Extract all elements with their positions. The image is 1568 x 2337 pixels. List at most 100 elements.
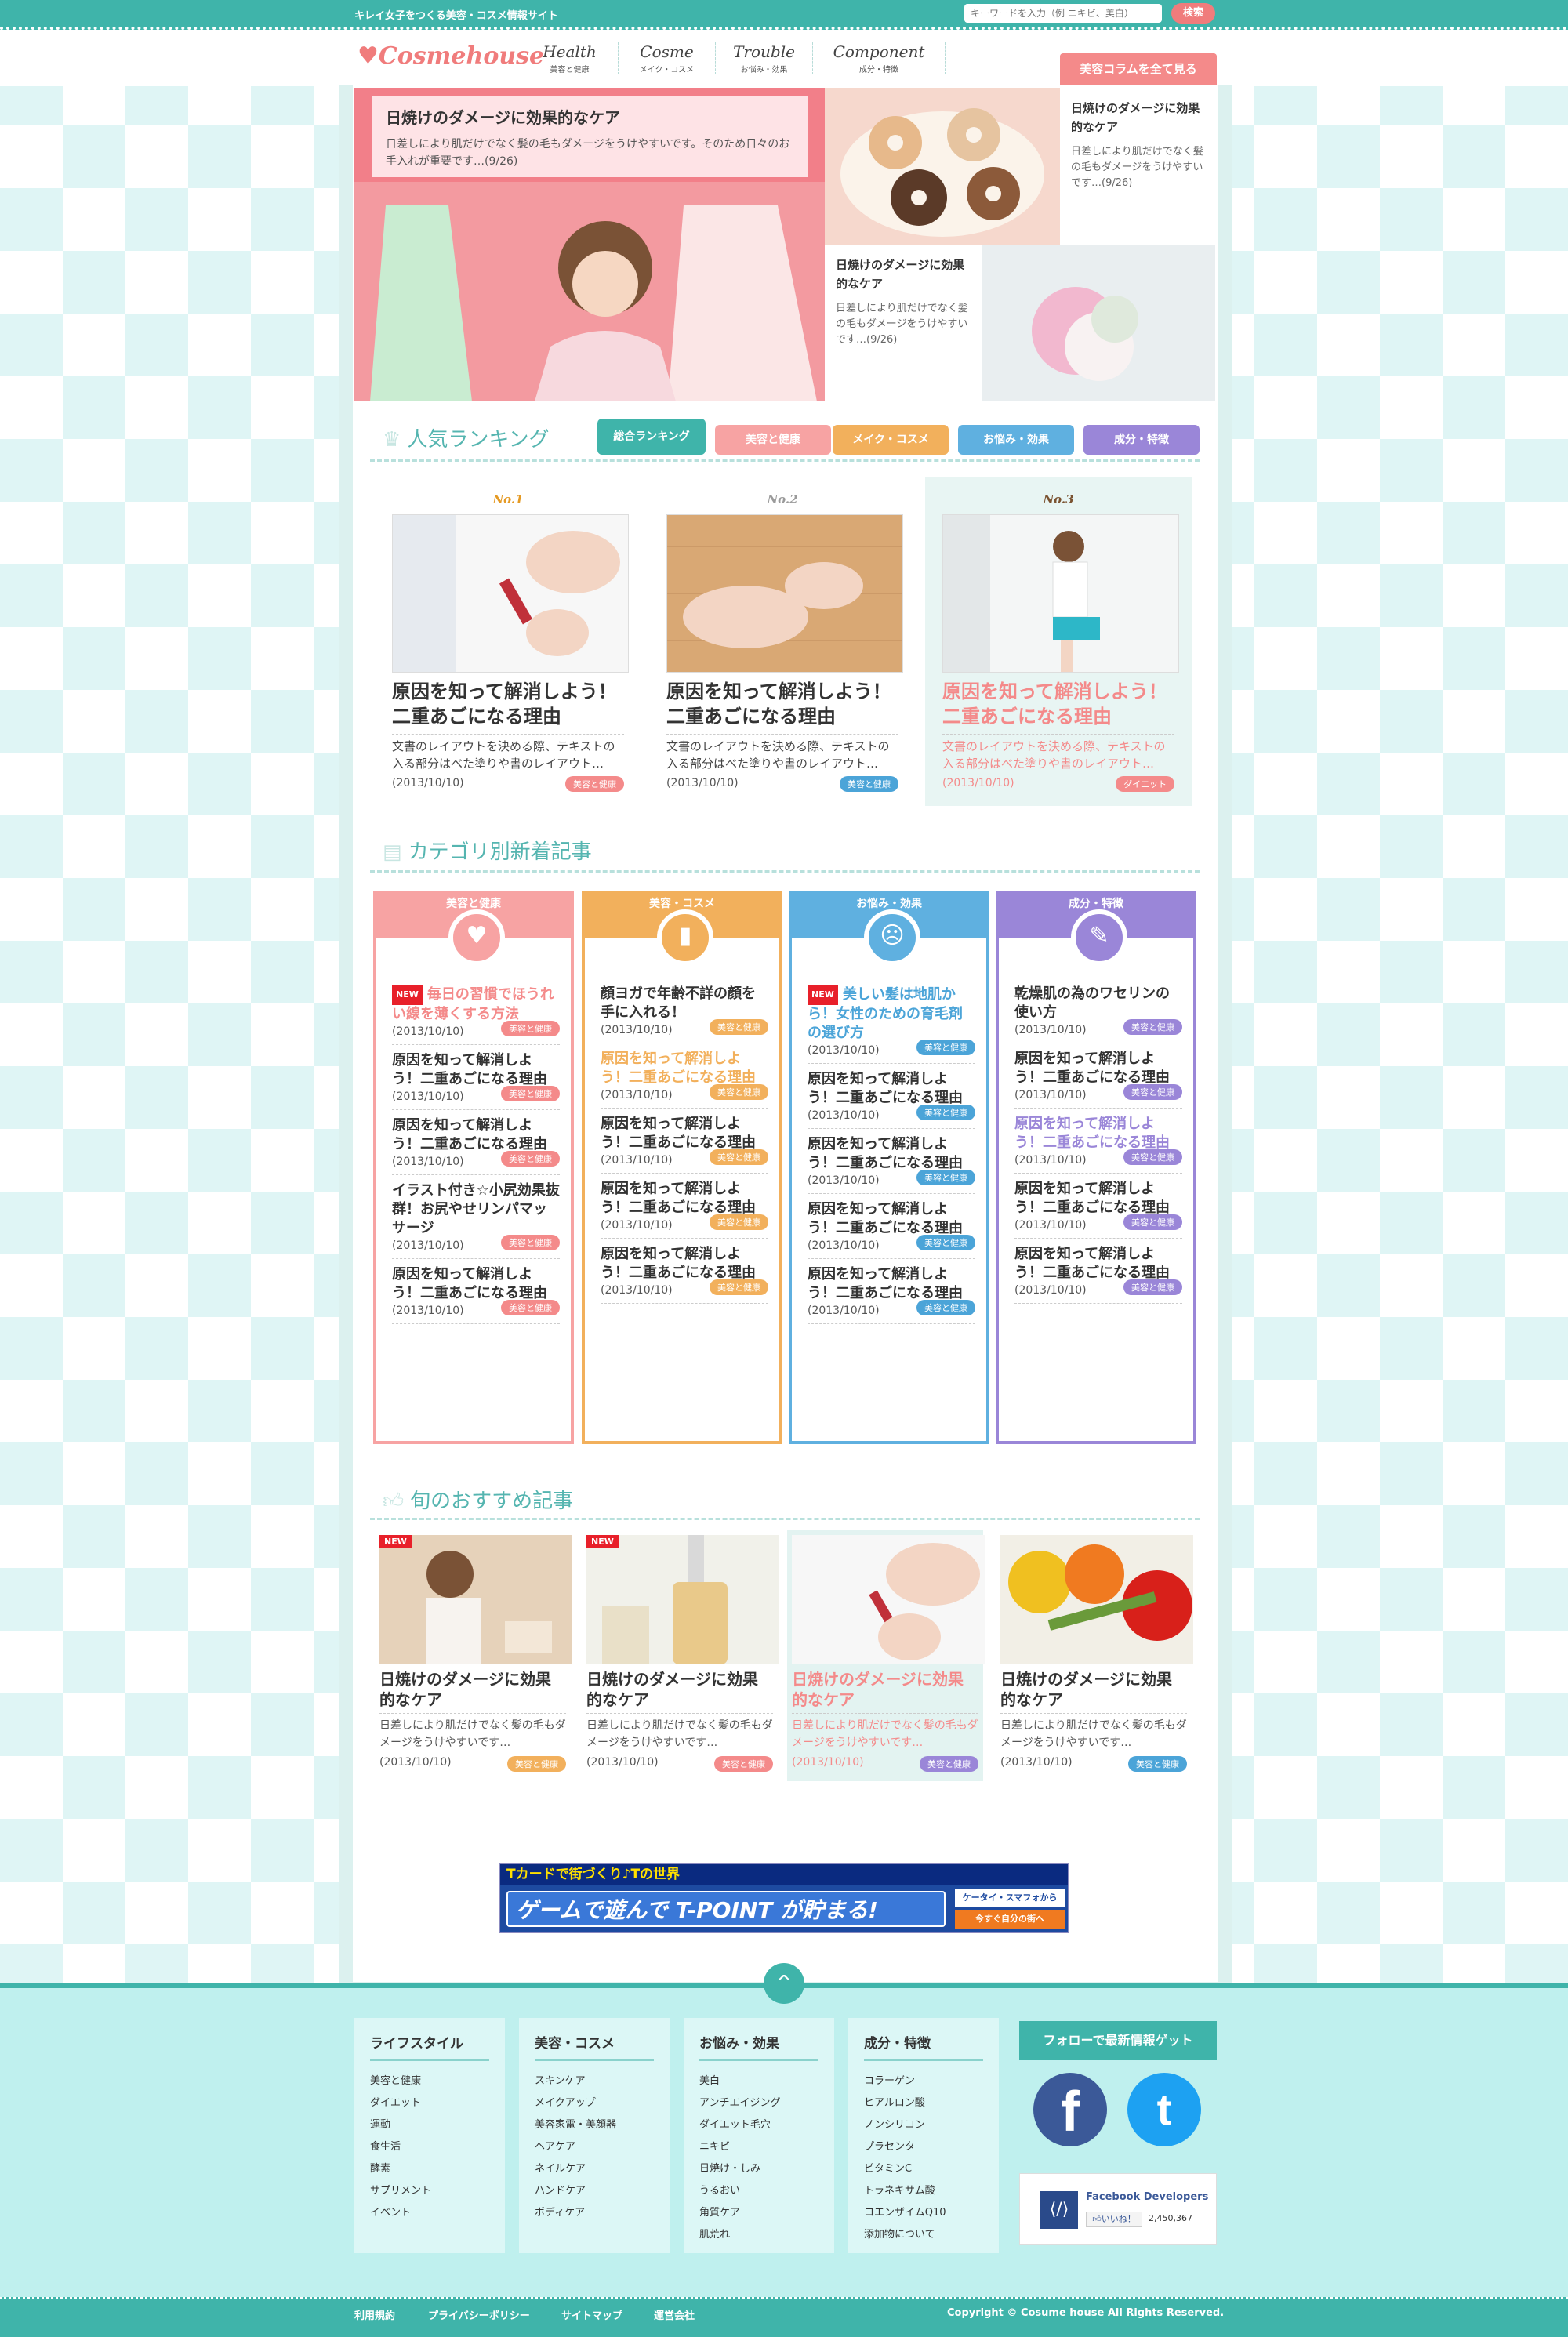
donut-image[interactable]	[825, 88, 1060, 245]
footer-link[interactable]: 酵素	[370, 2158, 489, 2180]
article-tag[interactable]: 美容と健康	[710, 1019, 768, 1035]
rank-card-3[interactable]: No.3 原因を知って解消しよう！二重あごになる理由 文書のレイアウトを決める際…	[925, 477, 1192, 806]
recommend-card-2[interactable]: NEW 日焼けのダメージに効果的なケア 日差しにより肌だけでなく髪の毛もダメージ…	[582, 1530, 779, 1781]
nav-health[interactable]: Health 美容と健康	[521, 42, 618, 74]
rank-card-2[interactable]: No.2 原因を知って解消しよう！二重あごになる理由 文書のレイアウトを決める際…	[649, 477, 916, 806]
tab-overall[interactable]: 総合ランキング	[597, 419, 706, 455]
article-tag[interactable]: 美容と健康	[501, 1151, 560, 1167]
recommend-tag[interactable]: 美容と健康	[507, 1756, 566, 1772]
footer-link[interactable]: うるおい	[699, 2180, 818, 2202]
category-article[interactable]: 乾燥肌の為のワセリンの使い方 (2013/10/10) 美容と健康	[1014, 978, 1182, 1043]
nav-trouble[interactable]: Trouble お悩み・効果	[715, 42, 812, 74]
rank-card-1[interactable]: No.1 原因を知って解消しよう！二重あごになる理由 文書のレイアウトを決める際…	[375, 477, 641, 806]
article-tag[interactable]: 美容と健康	[710, 1149, 768, 1165]
article-tag[interactable]: 美容と健康	[501, 1021, 560, 1036]
category-article[interactable]: 顔ヨガで年齢不詳の顔を手に入れる！ (2013/10/10) 美容と健康	[601, 978, 768, 1043]
puff-image[interactable]	[982, 245, 1215, 401]
tab-trouble[interactable]: お悩み・効果	[958, 425, 1074, 455]
article-tag[interactable]: 美容と健康	[916, 1105, 975, 1120]
footer-link[interactable]: ノンシリコン	[864, 2114, 983, 2136]
article-tag[interactable]: 美容と健康	[1123, 1279, 1182, 1295]
banner-cta[interactable]: 今すぐ自分の街へ	[955, 1910, 1065, 1929]
back-to-top-button[interactable]: ^	[764, 1963, 804, 2004]
footer-link-privacy[interactable]: プライバシーポリシー	[428, 2307, 530, 2322]
rank-tag[interactable]: 美容と健康	[565, 776, 624, 792]
footer-link[interactable]: 美白	[699, 2070, 818, 2092]
recommend-tag[interactable]: 美容と健康	[1128, 1756, 1187, 1772]
hero-main-article[interactable]: 日焼けのダメージに効果的なケア 日差しにより肌だけでなく髪の毛もダメージをうけや…	[354, 88, 825, 401]
recommend-tag[interactable]: 美容と健康	[714, 1756, 773, 1772]
category-article[interactable]: 原因を知って解消しよう！二重あごになる理由 (2013/10/10) 美容と健康	[808, 1129, 975, 1194]
footer-link[interactable]: サプリメント	[370, 2180, 489, 2202]
footer-link[interactable]: コエンザイムQ10	[864, 2202, 983, 2224]
category-article[interactable]: NEW 毎日の習慣でほうれい線を薄くする方法 (2013/10/10) 美容と健康	[392, 978, 560, 1045]
footer-link-sitemap[interactable]: サイトマップ	[561, 2307, 622, 2322]
footer-link[interactable]: 日焼け・しみ	[699, 2158, 818, 2180]
footer-link-company[interactable]: 運営会社	[654, 2307, 695, 2322]
category-article[interactable]: イラスト付き☆小尻効果抜群！お尻やせリンパマッサージ (2013/10/10) 美容…	[392, 1175, 560, 1259]
category-article[interactable]: NEW 美しい髪は地肌から！女性のための育毛剤の選び方 (2013/10/10) 美容…	[808, 978, 975, 1064]
category-article[interactable]: 原因を知って解消しよう！二重あごになる理由 (2013/10/10) 美容と健康	[808, 1259, 975, 1324]
category-article[interactable]: 原因を知って解消しよう！二重あごになる理由 (2013/10/10) 美容と健康	[1014, 1043, 1182, 1109]
tab-cosme[interactable]: メイク・コスメ	[833, 425, 949, 455]
tab-health[interactable]: 美容と健康	[715, 425, 831, 455]
article-tag[interactable]: 美容と健康	[1123, 1214, 1182, 1230]
footer-link[interactable]: ビタミンC	[864, 2158, 983, 2180]
article-tag[interactable]: 美容と健康	[1123, 1019, 1182, 1035]
category-article[interactable]: 原因を知って解消しよう！二重あごになる理由 (2013/10/10) 美容と健康	[1014, 1109, 1182, 1174]
footer-link[interactable]: アンチエイジング	[699, 2092, 818, 2114]
footer-link[interactable]: 運動	[370, 2114, 489, 2136]
hero-side-card-2[interactable]: 日焼けのダメージに効果的なケア 日差しにより肌だけでなく髪の毛もダメージをうけや…	[825, 245, 982, 401]
search-input[interactable]	[964, 4, 1162, 23]
footer-link[interactable]: 食生活	[370, 2136, 489, 2158]
footer-link[interactable]: 美容と健康	[370, 2070, 489, 2092]
footer-link[interactable]: 角質ケア	[699, 2202, 818, 2224]
nav-component[interactable]: Component 成分・特徴	[812, 42, 946, 74]
search-button[interactable]: 検索	[1171, 3, 1215, 24]
footer-link[interactable]: ハンドケア	[535, 2180, 654, 2202]
tpoint-banner[interactable]: Tカードで街づくり♪Tの世界 ゲームで遊んで T-POINT が貯まる! ケータ…	[499, 1863, 1069, 1933]
footer-link[interactable]: ニキビ	[699, 2136, 818, 2158]
nav-cosme[interactable]: Cosme メイク・コスメ	[618, 42, 715, 74]
footer-link[interactable]: トラネキサム酸	[864, 2180, 983, 2202]
twitter-icon[interactable]: t	[1127, 2073, 1201, 2146]
category-article[interactable]: 原因を知って解消しよう！二重あごになる理由 (2013/10/10) 美容と健康	[1014, 1239, 1182, 1304]
like-button[interactable]: 👍︎いいね！	[1086, 2212, 1142, 2227]
article-tag[interactable]: 美容と健康	[710, 1279, 768, 1295]
article-tag[interactable]: 美容と健康	[501, 1086, 560, 1101]
footer-link[interactable]: ダイエット	[370, 2092, 489, 2114]
all-columns-button[interactable]: 美容コラムを全て見る	[1060, 53, 1217, 85]
footer-link[interactable]: イベント	[370, 2202, 489, 2224]
article-tag[interactable]: 美容と健康	[501, 1235, 560, 1250]
article-tag[interactable]: 美容と健康	[916, 1300, 975, 1315]
footer-link[interactable]: 肌荒れ	[699, 2224, 818, 2246]
tab-component[interactable]: 成分・特徴	[1083, 425, 1200, 455]
footer-link[interactable]: ボディケア	[535, 2202, 654, 2224]
rank-tag[interactable]: 美容と健康	[840, 776, 898, 792]
article-tag[interactable]: 美容と健康	[916, 1040, 975, 1055]
category-article[interactable]: 原因を知って解消しよう！二重あごになる理由 (2013/10/10) 美容と健康	[601, 1043, 768, 1109]
footer-link[interactable]: ヒアルロン酸	[864, 2092, 983, 2114]
category-article[interactable]: 原因を知って解消しよう！二重あごになる理由 (2013/10/10) 美容と健康	[392, 1259, 560, 1324]
footer-link[interactable]: コラーゲン	[864, 2070, 983, 2092]
category-article[interactable]: 原因を知って解消しよう！二重あごになる理由 (2013/10/10) 美容と健康	[601, 1174, 768, 1239]
facebook-icon[interactable]: f	[1033, 2073, 1107, 2146]
article-tag[interactable]: 美容と健康	[501, 1300, 560, 1315]
article-tag[interactable]: 美容と健康	[1123, 1149, 1182, 1165]
category-article[interactable]: 原因を知って解消しよう！二重あごになる理由 (2013/10/10) 美容と健康	[392, 1110, 560, 1175]
category-article[interactable]: 原因を知って解消しよう！二重あごになる理由 (2013/10/10) 美容と健康	[392, 1045, 560, 1110]
site-logo[interactable]: ♥Cosmehouse	[358, 42, 544, 70]
footer-link[interactable]: スキンケア	[535, 2070, 654, 2092]
rank-tag[interactable]: ダイエット	[1116, 776, 1174, 792]
category-article[interactable]: 原因を知って解消しよう！二重あごになる理由 (2013/10/10) 美容と健康	[601, 1109, 768, 1174]
article-tag[interactable]: 美容と健康	[710, 1214, 768, 1230]
recommend-tag[interactable]: 美容と健康	[920, 1756, 978, 1772]
category-article[interactable]: 原因を知って解消しよう！二重あごになる理由 (2013/10/10) 美容と健康	[1014, 1174, 1182, 1239]
footer-link[interactable]: ダイエット毛穴	[699, 2114, 818, 2136]
article-tag[interactable]: 美容と健康	[710, 1084, 768, 1100]
footer-link[interactable]: 添加物について	[864, 2224, 983, 2246]
facebook-page-name[interactable]: Facebook Developers	[1086, 2191, 1208, 2203]
category-article[interactable]: 原因を知って解消しよう！二重あごになる理由 (2013/10/10) 美容と健康	[808, 1194, 975, 1259]
category-article[interactable]: 原因を知って解消しよう！二重あごになる理由 (2013/10/10) 美容と健康	[808, 1064, 975, 1129]
hero-side-card-1[interactable]: 日焼けのダメージに効果的なケア 日差しにより肌だけでなく髪の毛もダメージをうけや…	[1060, 88, 1215, 245]
